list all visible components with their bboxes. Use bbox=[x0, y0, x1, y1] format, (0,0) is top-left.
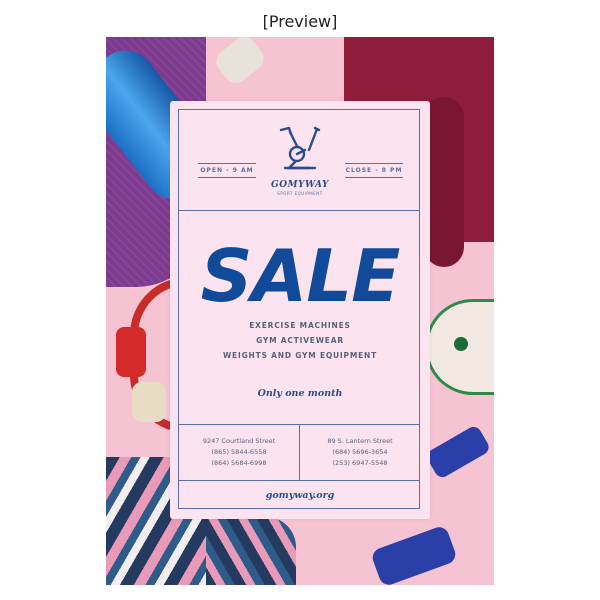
close-hours: CLOSE - 8 PM bbox=[345, 160, 403, 181]
location-right-phone-2: (253) 6947-5548 bbox=[332, 459, 388, 467]
location-left-phone-1: (865) 5844-6558 bbox=[211, 448, 267, 456]
bottle-cap-image bbox=[211, 37, 269, 88]
offer-text: Only one month bbox=[257, 388, 343, 399]
tank-top-strap-image bbox=[424, 97, 464, 267]
preview-label: [Preview] bbox=[262, 12, 338, 31]
location-left-street: 9247 Courtland Street bbox=[202, 437, 276, 445]
sale-poster: OPEN - 9 AM CLOSE - 8 PM GOMYWAY SPORT E… bbox=[106, 37, 494, 585]
divider-bottom bbox=[179, 480, 419, 481]
open-hours: OPEN - 9 AM bbox=[198, 160, 256, 181]
location-right-phone-1: (684) 5696-3654 bbox=[332, 448, 388, 456]
location-left-phone-2: (864) 5684-6998 bbox=[211, 459, 267, 467]
website-link[interactable]: gomyway.org bbox=[179, 490, 421, 501]
brand-name: GOMYWAY bbox=[271, 180, 329, 190]
item-weights-equipment: WEIGHTS AND GYM EQUIPMENT bbox=[222, 351, 378, 360]
item-exercise-machines: EXERCISE MACHINES bbox=[249, 321, 351, 330]
melon-seed-image bbox=[454, 337, 468, 351]
headphones-cup-image bbox=[116, 327, 146, 377]
poster-card: OPEN - 9 AM CLOSE - 8 PM GOMYWAY SPORT E… bbox=[170, 101, 430, 519]
sneaker-image-2 bbox=[206, 517, 296, 585]
sale-headline: SALE bbox=[200, 234, 401, 318]
headphones-pad-image bbox=[132, 382, 166, 422]
exercise-bike-icon bbox=[279, 126, 321, 170]
card-frame: OPEN - 9 AM CLOSE - 8 PM GOMYWAY SPORT E… bbox=[178, 109, 420, 509]
brand-tagline: SPORT EQUIPMENT bbox=[277, 191, 323, 196]
dumbbell-image bbox=[424, 424, 492, 480]
location-right-street: 89 S. Lantern Street bbox=[327, 437, 393, 445]
location-right: 89 S. Lantern Street (684) 5696-3654 (25… bbox=[300, 436, 420, 469]
item-gym-activewear: GYM ACTIVEWEAR bbox=[256, 336, 344, 345]
dumbbell-image-2 bbox=[369, 524, 459, 585]
location-left: 9247 Courtland Street (865) 5844-6558 (8… bbox=[179, 436, 299, 469]
divider-top bbox=[179, 210, 419, 211]
